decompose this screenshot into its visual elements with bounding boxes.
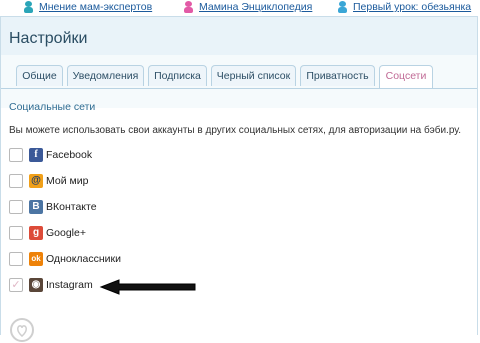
girl-figure-icon bbox=[22, 0, 34, 14]
network-label: ВКонтакте bbox=[46, 200, 97, 213]
network-label: Google+ bbox=[46, 226, 86, 239]
settings-panel: Настройки Общие Уведомления Подписка Чер… bbox=[0, 16, 478, 342]
odnoklassniki-icon: ok bbox=[29, 251, 43, 266]
google-plus-checkbox[interactable] bbox=[9, 225, 23, 240]
facebook-icon: f bbox=[29, 147, 43, 162]
odnoklassniki-checkbox[interactable] bbox=[9, 251, 23, 266]
network-label: Мой мир bbox=[46, 174, 89, 187]
moi-mir-checkbox[interactable] bbox=[9, 173, 23, 188]
moi-mir-icon: @ bbox=[29, 173, 43, 188]
tab-notifications[interactable]: Уведомления bbox=[67, 65, 144, 86]
network-row-vkontakte: В ВКонтакте bbox=[9, 198, 97, 215]
tab-privacy[interactable]: Приватность bbox=[300, 65, 375, 86]
babyru-logo-icon bbox=[10, 318, 34, 342]
monkey-figure-icon bbox=[336, 0, 348, 14]
toplink-label: Первый урок: обезьянка bbox=[353, 1, 472, 13]
instagram-icon: ◉ bbox=[29, 277, 43, 292]
network-label: Одноклассники bbox=[46, 252, 122, 265]
network-row-moi-mir: @ Мой мир bbox=[9, 172, 88, 189]
page-title: Настройки bbox=[9, 30, 88, 47]
tab-blacklist[interactable]: Черный список bbox=[211, 65, 296, 86]
tab-subscription[interactable]: Подписка bbox=[148, 65, 207, 86]
network-row-facebook: f Facebook bbox=[9, 146, 92, 163]
toplink-label: Мамина Энциклопедия bbox=[199, 1, 313, 13]
toplink-label: Мнение мам-экспертов bbox=[39, 1, 153, 13]
panel-header: Настройки bbox=[1, 17, 477, 55]
tab-social[interactable]: Соцсети bbox=[379, 65, 433, 88]
left-arrow-icon bbox=[99, 279, 196, 295]
network-label: Instagram bbox=[46, 278, 93, 291]
network-row-odnoklassniki: ok Одноклассники bbox=[9, 250, 121, 267]
girl-figure-icon bbox=[182, 0, 194, 14]
network-label: Facebook bbox=[46, 148, 93, 161]
vkontakte-checkbox[interactable] bbox=[9, 199, 23, 214]
toplink-experts[interactable]: Мнение мам-экспертов bbox=[22, 0, 152, 14]
facebook-checkbox[interactable] bbox=[9, 147, 23, 162]
section-title: Социальные сети bbox=[9, 101, 96, 113]
tab-general[interactable]: Общие bbox=[16, 65, 63, 86]
toplink-encyclopedia[interactable]: Мамина Энциклопедия bbox=[182, 0, 312, 14]
top-links-bar: Мнение мам-экспертов Мамина Энциклопедия… bbox=[0, 0, 480, 16]
instagram-checkbox[interactable]: ✓ bbox=[9, 277, 23, 292]
network-row-instagram: ✓ ◉ Instagram bbox=[9, 276, 93, 293]
settings-tabs: Общие Уведомления Подписка Черный список… bbox=[1, 65, 477, 89]
section-description: Вы можете использовать свои аккаунты в д… bbox=[9, 125, 462, 136]
vkontakte-icon: В bbox=[29, 199, 43, 214]
network-row-google-plus: g Google+ bbox=[9, 224, 86, 241]
toplink-first-lesson[interactable]: Первый урок: обезьянка bbox=[336, 0, 471, 14]
google-plus-icon: g bbox=[29, 225, 43, 240]
